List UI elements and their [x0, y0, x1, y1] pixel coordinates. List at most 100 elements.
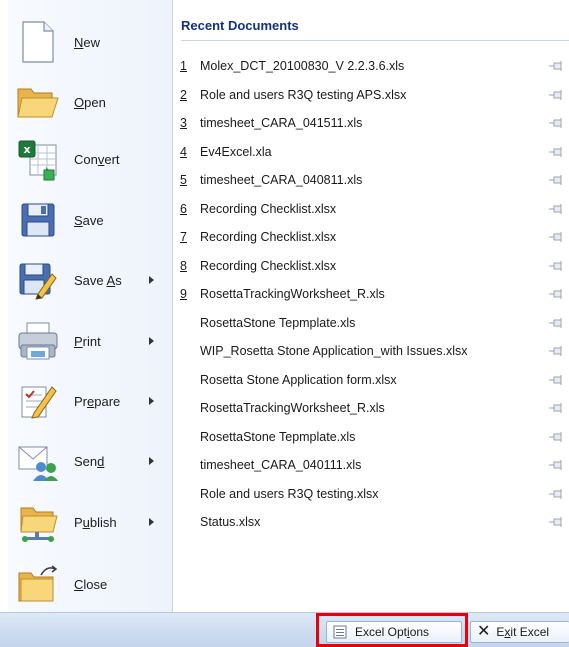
- recent-document-item[interactable]: Status.xlsx: [174, 508, 569, 537]
- recent-documents-header: Recent Documents: [181, 18, 299, 33]
- save-disk-icon: [14, 196, 62, 244]
- pin-icon[interactable]: [549, 232, 563, 243]
- document-name: RosettaStone Tepmplate.xls: [200, 315, 356, 330]
- document-name: timesheet_CARA_040811.xls: [200, 173, 363, 188]
- close-x-icon: ✕: [477, 623, 491, 640]
- close-label: Close: [74, 576, 108, 592]
- recent-document-item[interactable]: Role and users R3Q testing.xlsx: [174, 480, 569, 509]
- close-folder-icon: [14, 560, 62, 608]
- publish-icon: [14, 498, 62, 546]
- recent-document-item[interactable]: 8 Recording Checklist.xlsx: [174, 252, 569, 281]
- open-label: Open: [74, 94, 106, 110]
- print-command[interactable]: Print: [14, 313, 170, 369]
- document-number: 3: [180, 116, 187, 131]
- submenu-arrow-icon: [149, 457, 154, 465]
- pin-icon[interactable]: [549, 346, 563, 357]
- submenu-arrow-icon: [149, 518, 154, 526]
- save-as-label: Save As: [74, 272, 122, 288]
- pin-icon[interactable]: [549, 317, 563, 328]
- recent-documents-pane: Recent Documents 1 Molex_DCT_20100830_V 2…: [174, 0, 569, 612]
- document-name: RosettaStone Tepmplate.xls: [200, 429, 356, 444]
- recent-document-item[interactable]: 1 Molex_DCT_20100830_V 2.2.3.6.xls: [174, 52, 569, 81]
- publish-label: Publish: [74, 514, 117, 530]
- pin-icon[interactable]: [549, 89, 563, 100]
- save-as-command[interactable]: Save As: [14, 252, 170, 308]
- office-menu: New Open x Convert Save Save As Print Pr…: [0, 0, 569, 647]
- exit-excel-label: Exit Excel: [496, 625, 550, 639]
- pin-icon[interactable]: [549, 289, 563, 300]
- document-name: Molex_DCT_20100830_V 2.2.3.6.xls: [200, 59, 405, 74]
- new-label: New: [74, 34, 101, 50]
- document-name: timesheet_CARA_040111.xls: [200, 458, 362, 473]
- highlight-box: [316, 613, 468, 647]
- bottom-bar: Excel Options ✕ Exit Excel: [0, 612, 569, 647]
- close-command[interactable]: Close: [14, 556, 170, 612]
- send-command[interactable]: Send: [14, 433, 170, 489]
- header-divider: [181, 40, 569, 41]
- recent-document-item[interactable]: 2 Role and users R3Q testing APS.xlsx: [174, 81, 569, 110]
- prepare-label: Prepare: [74, 393, 121, 409]
- document-name: Role and users R3Q testing.xlsx: [200, 486, 379, 501]
- convert-label: Convert: [74, 151, 120, 167]
- prepare-command[interactable]: Prepare: [14, 373, 170, 429]
- recent-document-item[interactable]: RosettaStone Tepmplate.xls: [174, 309, 569, 338]
- document-number: 9: [180, 287, 187, 302]
- pin-icon[interactable]: [549, 203, 563, 214]
- recent-document-item[interactable]: RosettaTrackingWorksheet_R.xls: [174, 394, 569, 423]
- document-name: Role and users R3Q testing APS.xlsx: [200, 87, 407, 102]
- recent-document-item[interactable]: 5 timesheet_CARA_040811.xls: [174, 166, 569, 195]
- recent-document-item[interactable]: 9 RosettaTrackingWorksheet_R.xls: [174, 280, 569, 309]
- document-name: Status.xlsx: [200, 515, 261, 530]
- recent-document-item[interactable]: timesheet_CARA_040111.xls: [174, 451, 569, 480]
- exit-excel-button[interactable]: ✕ Exit Excel: [470, 621, 569, 643]
- recent-document-item[interactable]: 7 Recording Checklist.xlsx: [174, 223, 569, 252]
- svg-text:x: x: [23, 143, 30, 156]
- convert-command[interactable]: x Convert: [14, 131, 170, 187]
- pin-icon[interactable]: [549, 118, 563, 129]
- pin-icon[interactable]: [549, 517, 563, 528]
- document-name: Recording Checklist.xlsx: [200, 258, 337, 273]
- recent-document-item[interactable]: WIP_Rosetta Stone Application_with Issue…: [174, 337, 569, 366]
- document-number: 7: [180, 230, 187, 245]
- document-number: 5: [180, 173, 187, 188]
- printer-icon: [14, 317, 62, 365]
- pin-icon[interactable]: [549, 374, 563, 385]
- document-name: Rosetta Stone Application form.xlsx: [200, 372, 397, 387]
- pin-icon[interactable]: [549, 61, 563, 72]
- pin-icon[interactable]: [549, 431, 563, 442]
- recent-documents-list: 1 Molex_DCT_20100830_V 2.2.3.6.xls 2 Role a…: [174, 52, 569, 537]
- prepare-icon: [14, 377, 62, 425]
- pin-icon[interactable]: [549, 403, 563, 414]
- send-icon: [14, 437, 62, 485]
- document-number: 8: [180, 258, 187, 273]
- document-name: timesheet_CARA_041511.xls: [200, 116, 363, 131]
- document-name: Recording Checklist.xlsx: [200, 201, 337, 216]
- convert-icon: x: [14, 135, 62, 183]
- submenu-arrow-icon: [149, 276, 154, 284]
- document-number: 6: [180, 201, 187, 216]
- pin-icon[interactable]: [549, 175, 563, 186]
- new-document-icon: [14, 18, 62, 66]
- open-command[interactable]: Open: [14, 74, 170, 130]
- pin-icon[interactable]: [549, 146, 563, 157]
- document-name: RosettaTrackingWorksheet_R.xls: [200, 287, 385, 302]
- publish-command[interactable]: Publish: [14, 494, 170, 550]
- send-label: Send: [74, 453, 105, 469]
- print-label: Print: [74, 333, 101, 349]
- recent-document-item[interactable]: RosettaStone Tepmplate.xls: [174, 423, 569, 452]
- recent-document-item[interactable]: 4 Ev4Excel.xla: [174, 138, 569, 167]
- document-number: 2: [180, 87, 187, 102]
- document-number: 4: [180, 144, 187, 159]
- recent-document-item[interactable]: 3 timesheet_CARA_041511.xls: [174, 109, 569, 138]
- pin-icon[interactable]: [549, 488, 563, 499]
- recent-document-item[interactable]: Rosetta Stone Application form.xlsx: [174, 366, 569, 395]
- recent-document-item[interactable]: 6 Recording Checklist.xlsx: [174, 195, 569, 224]
- pin-icon[interactable]: [549, 460, 563, 471]
- submenu-arrow-icon: [149, 337, 154, 345]
- save-as-icon: [14, 256, 62, 304]
- open-folder-icon: [14, 78, 62, 126]
- save-command[interactable]: Save: [14, 192, 170, 248]
- document-name: Ev4Excel.xla: [200, 144, 272, 159]
- new-command[interactable]: New: [14, 14, 170, 70]
- pin-icon[interactable]: [549, 260, 563, 271]
